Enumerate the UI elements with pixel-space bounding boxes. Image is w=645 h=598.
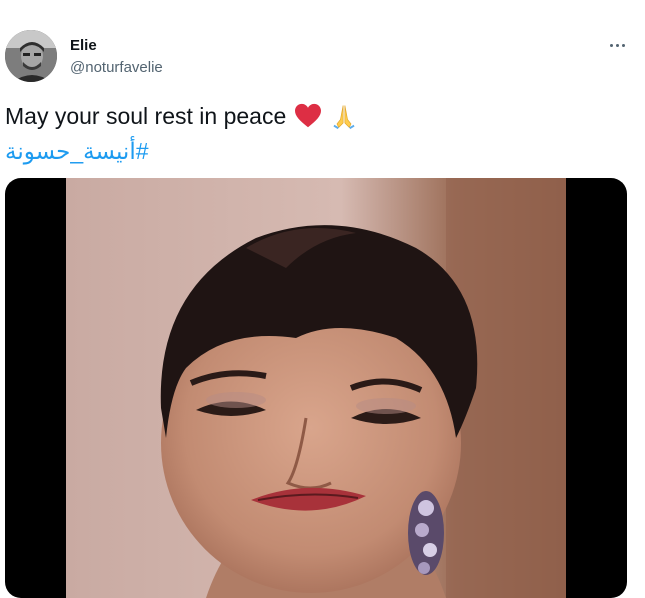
red-heart-icon <box>295 103 322 128</box>
author-name[interactable]: Elie <box>70 37 97 55</box>
more-options-button[interactable] <box>603 33 631 57</box>
tweet-text-row: May your soul rest in peace <box>5 101 358 131</box>
video-thumbnail-image <box>66 178 566 598</box>
tweet-text: May your soul rest in peace <box>5 103 287 129</box>
video-frame[interactable] <box>66 178 566 598</box>
more-options-icon <box>609 43 613 47</box>
author-handle[interactable]: @noturfavelie <box>70 59 163 77</box>
tweet-media-video[interactable] <box>5 178 627 598</box>
hashtag-link[interactable]: #أنيسة_حسونة <box>5 136 149 166</box>
avatar-photo-icon <box>5 30 57 82</box>
more-options-icon-dot <box>615 43 619 47</box>
author-avatar[interactable] <box>5 30 57 82</box>
more-options-icon-dot <box>621 43 625 47</box>
folded-hands-icon <box>333 105 355 130</box>
tweet-card[interactable]: Elie @noturfavelie May your soul rest in… <box>0 0 645 598</box>
